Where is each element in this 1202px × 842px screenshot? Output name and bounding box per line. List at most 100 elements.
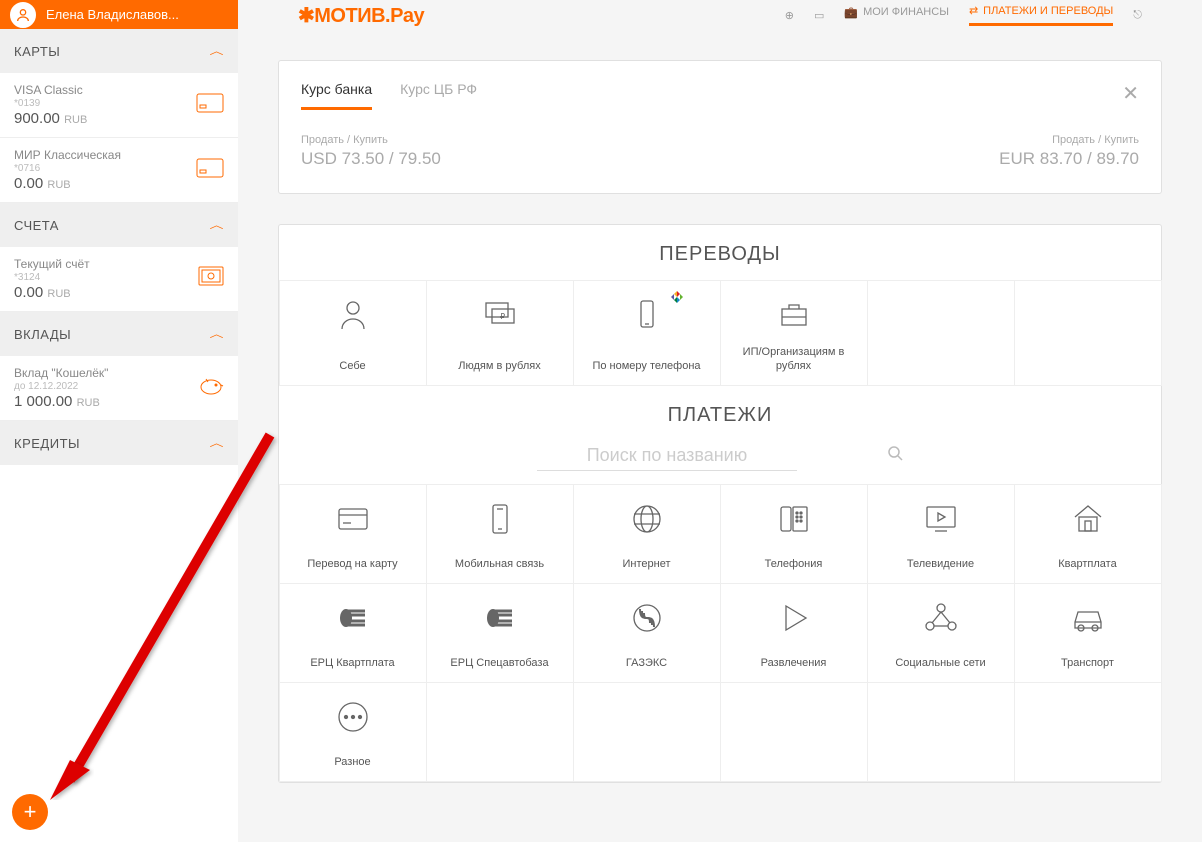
tile-label: Себе bbox=[339, 359, 365, 373]
tile-label: Транспорт bbox=[1061, 656, 1114, 670]
tile-label: По номеру телефона bbox=[592, 359, 700, 373]
card-currency: RUB bbox=[64, 114, 87, 126]
payment-tv[interactable]: Телевидение bbox=[867, 484, 1015, 584]
tile-label: ЕРЦ Квартплата bbox=[310, 656, 394, 670]
add-button[interactable]: + bbox=[12, 794, 48, 830]
transfer-org[interactable]: ИП/Организациям в рублях bbox=[720, 280, 868, 387]
card-name: МИР Классическая bbox=[14, 148, 121, 162]
card-item[interactable]: VISA Classic *0139 900.00 RUB bbox=[0, 73, 238, 138]
transfer-self[interactable]: Себе bbox=[279, 280, 427, 387]
close-icon[interactable]: ✕ bbox=[1122, 81, 1139, 106]
section-credits-header[interactable]: КРЕДИТЫ ︿ bbox=[0, 421, 238, 465]
logo: ✱МОТИВ.Pay bbox=[298, 3, 424, 28]
nav-label: ПЛАТЕЖИ И ПЕРЕВОДЫ bbox=[983, 5, 1113, 17]
payment-utilities[interactable]: Квартплата bbox=[1014, 484, 1162, 584]
tile-label: Людям в рублях bbox=[458, 359, 540, 373]
chevron-up-icon: ︿ bbox=[210, 44, 225, 58]
section-deposits-header[interactable]: ВКЛАДЫ ︿ bbox=[0, 312, 238, 356]
section-label: КАРТЫ bbox=[14, 44, 60, 59]
top-nav: ⊕ ▭ 💼 МОИ ФИНАНСЫ ⇄ ПЛАТЕЖИ И ПЕРЕВОДЫ ⎋ bbox=[785, 4, 1142, 26]
card-balance: 0.00 bbox=[14, 175, 43, 192]
empty-tile bbox=[573, 682, 721, 782]
empty-tile bbox=[720, 682, 868, 782]
mobile-icon bbox=[480, 499, 520, 539]
chevron-up-icon: ︿ bbox=[210, 218, 225, 232]
tile-label: Развлечения bbox=[761, 656, 827, 670]
deposit-name: Вклад "Кошелёк" bbox=[14, 366, 108, 380]
exit-icon[interactable]: ⎋ bbox=[1133, 9, 1142, 22]
tv-icon bbox=[921, 499, 961, 539]
section-label: СЧЕТА bbox=[14, 218, 59, 233]
search-input[interactable] bbox=[537, 441, 797, 471]
tab-cbrf-rate[interactable]: Курс ЦБ РФ bbox=[400, 81, 477, 110]
person-icon bbox=[333, 295, 373, 335]
network-icon bbox=[921, 598, 961, 638]
svg-text:₽: ₽ bbox=[500, 312, 505, 321]
section-label: КРЕДИТЫ bbox=[14, 436, 80, 451]
payment-other[interactable]: Разное bbox=[279, 682, 427, 782]
payment-social[interactable]: Социальные сети bbox=[867, 583, 1015, 683]
card-icon bbox=[196, 93, 224, 118]
payment-telephony[interactable]: Телефония bbox=[720, 484, 868, 584]
user-bar[interactable]: Елена Владиславов... bbox=[0, 0, 238, 29]
deposit-item[interactable]: Вклад "Кошелёк" до 12.12.2022 1 000.00 R… bbox=[0, 356, 238, 421]
eur-value: EUR 83.70 / 89.70 bbox=[999, 149, 1139, 169]
transfer-phone[interactable]: По номеру телефона bbox=[573, 280, 721, 387]
chevron-up-icon: ︿ bbox=[210, 436, 225, 450]
usd-value: USD 73.50 / 79.50 bbox=[301, 149, 441, 169]
sbp-badge-icon bbox=[671, 291, 683, 306]
deposit-date: до 12.12.2022 bbox=[14, 381, 108, 392]
gas-icon bbox=[627, 598, 667, 638]
payment-erc-waste[interactable]: ЕРЦ Спецавтобаза bbox=[426, 583, 574, 683]
account-name: Текущий счёт bbox=[14, 257, 90, 271]
deposit-balance: 1 000.00 bbox=[14, 393, 72, 410]
card-balance: 900.00 bbox=[14, 110, 60, 127]
account-item[interactable]: Текущий счёт *3124 0.00 RUB bbox=[0, 247, 238, 312]
house-icon bbox=[1068, 499, 1108, 539]
transfers-title: ПЕРЕВОДЫ bbox=[279, 225, 1161, 280]
payment-mobile[interactable]: Мобильная связь bbox=[426, 484, 574, 584]
money-icon: ₽ bbox=[480, 295, 520, 335]
download-icon[interactable]: ⊕ bbox=[785, 9, 794, 22]
usd-rate: Продать / Купить USD 73.50 / 79.50 bbox=[301, 134, 441, 169]
section-accounts-header[interactable]: СЧЕТА ︿ bbox=[0, 203, 238, 247]
payment-transport[interactable]: Транспорт bbox=[1014, 583, 1162, 683]
nav-label: МОИ ФИНАНСЫ bbox=[863, 6, 949, 18]
card-icon bbox=[196, 158, 224, 183]
globe-icon bbox=[627, 499, 667, 539]
card-number: *0716 bbox=[14, 163, 121, 174]
eur-rate: Продать / Купить EUR 83.70 / 89.70 bbox=[999, 134, 1139, 169]
tile-label: Телевидение bbox=[907, 557, 974, 571]
tile-label: ИП/Организациям в рублях bbox=[727, 345, 861, 374]
tab-bank-rate[interactable]: Курс банка bbox=[301, 81, 372, 110]
card-currency: RUB bbox=[47, 179, 70, 191]
payment-internet[interactable]: Интернет bbox=[573, 484, 721, 584]
card-nav-icon[interactable]: ▭ bbox=[814, 9, 824, 22]
tile-label: Интернет bbox=[623, 557, 671, 571]
empty-tile bbox=[1014, 280, 1162, 387]
transfer-people[interactable]: ₽ Людям в рублях bbox=[426, 280, 574, 387]
briefcase-icon bbox=[774, 295, 814, 335]
nav-payments[interactable]: ⇄ ПЛАТЕЖИ И ПЕРЕВОДЫ bbox=[969, 4, 1113, 26]
tile-label: Разное bbox=[334, 755, 370, 769]
play-icon bbox=[774, 598, 814, 638]
tile-label: Мобильная связь bbox=[455, 557, 544, 571]
payment-entertainment[interactable]: Развлечения bbox=[720, 583, 868, 683]
section-cards-header[interactable]: КАРТЫ ︿ bbox=[0, 29, 238, 73]
tile-label: Квартплата bbox=[1058, 557, 1116, 571]
erc-logo-icon bbox=[480, 598, 520, 638]
payment-gas[interactable]: ГАЗЭКС bbox=[573, 583, 721, 683]
wallet-icon: 💼 bbox=[844, 6, 858, 19]
payments-title: ПЛАТЕЖИ bbox=[279, 386, 1161, 441]
nav-finance[interactable]: 💼 МОИ ФИНАНСЫ bbox=[844, 6, 949, 25]
phone-sbp-icon bbox=[627, 295, 667, 335]
payment-erc-utilities[interactable]: ЕРЦ Квартплата bbox=[279, 583, 427, 683]
payment-card-transfer[interactable]: Перевод на карту bbox=[279, 484, 427, 584]
user-avatar-icon bbox=[10, 2, 36, 28]
search-icon[interactable] bbox=[887, 445, 903, 466]
card-number: *0139 bbox=[14, 98, 87, 109]
erc-logo-icon bbox=[333, 598, 373, 638]
card-item[interactable]: МИР Классическая *0716 0.00 RUB bbox=[0, 138, 238, 203]
empty-tile bbox=[1014, 682, 1162, 782]
deposit-currency: RUB bbox=[77, 397, 100, 409]
